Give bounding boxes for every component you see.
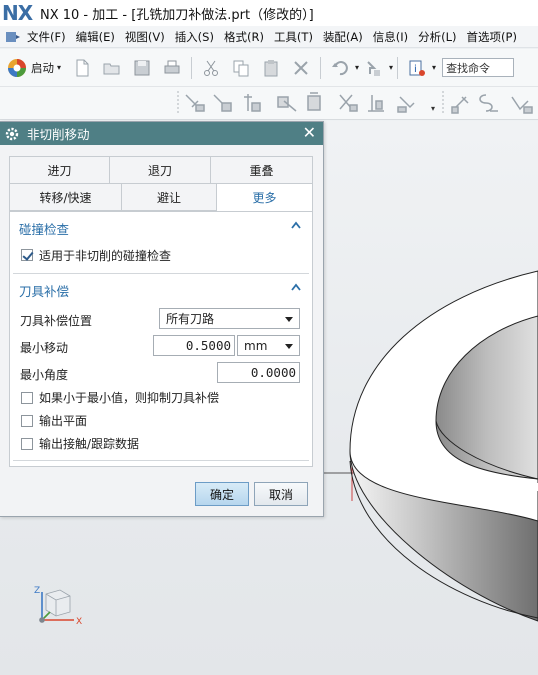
menu-tools[interactable]: 工具(T) [269,29,318,45]
menu-view[interactable]: 视图(V) [120,29,170,45]
manufacturing-toolbar: ▾ [0,87,538,120]
collision-check-header[interactable]: 碰撞检查 [10,217,312,239]
output-plane-label: 输出平面 [39,414,88,428]
new-file-icon[interactable] [69,55,95,81]
menu-analysis[interactable]: 分析(L) [413,29,461,45]
print-icon[interactable] [159,55,185,81]
save-icon[interactable] [129,55,155,81]
repeat-command-icon[interactable] [361,55,387,81]
section-divider [13,460,309,461]
output-contact-checkbox[interactable] [21,438,33,450]
tab-more[interactable]: 更多 [216,183,313,212]
dialog-header: 非切削移动 ✕ [0,122,323,145]
toolbar-separator [320,56,322,79]
dialog-tabs: 进刀 退刀 重叠 转移/快速 避让 更多 [9,156,313,212]
more-tab-panel: 碰撞检查 适用于非切削的碰撞检查 刀具补偿 刀具补偿位置 所有刀路 最小移动 0… [9,211,313,467]
create-method-icon [307,92,321,111]
collision-check-checkbox[interactable] [21,249,33,261]
menu-edit[interactable]: 编辑(E) [71,29,120,45]
x-axis-label: X [76,617,82,627]
repeat-dropdown-icon[interactable]: ▾ [389,63,393,72]
paste-icon[interactable] [258,55,284,81]
section-divider [13,273,309,274]
create-geometry-icon [277,96,297,112]
tab-retract[interactable]: 退刀 [109,156,211,184]
ok-button[interactable]: 确定 [195,482,249,506]
comp-position-value: 所有刀路 [166,312,215,326]
cut-icon[interactable] [198,55,224,81]
comp-position-select[interactable]: 所有刀路 [159,308,300,329]
command-finder-icon[interactable]: i [404,55,430,81]
start-label: 启动 [31,60,54,75]
postprocess-icon [368,95,384,112]
generate-icon [511,96,533,114]
min-move-label: 最小移动 [20,341,69,355]
chevron-down-icon [285,317,293,322]
menu-assembly[interactable]: 装配(A) [318,29,368,45]
start-icon [8,58,26,77]
z-axis-label: Z [34,586,40,596]
open-file-icon[interactable] [99,55,125,81]
tab-overlap[interactable]: 重叠 [210,156,313,184]
output-plane-checkbox[interactable] [21,415,33,427]
toolbar-separator [397,56,399,79]
min-move-unit-value: mm [244,338,268,353]
tool-path-icon [451,96,469,114]
view-triad: Z X [34,586,82,627]
non-cutting-moves-dialog: 非切削移动 ✕ 进刀 退刀 重叠 转移/快速 避让 更多 碰撞检查 适用于非切削… [0,121,324,517]
cutter-comp-header[interactable]: 刀具补偿 [10,279,312,301]
create-operation-icon [185,94,205,112]
min-angle-input[interactable]: 0.0000 [217,362,300,383]
gear-icon [5,127,19,140]
chevron-up-icon[interactable] [290,220,302,232]
shop-docs-icon [397,96,415,113]
tab-avoidance[interactable]: 避让 [121,183,217,211]
svg-text:▾: ▾ [431,104,435,113]
suppress-comp-label: 如果小于最小值，则抑制刀具补偿 [39,391,220,405]
find-command-input[interactable] [442,58,515,77]
collision-check-label: 适用于非切削的碰撞检查 [39,249,172,263]
delete-icon[interactable] [288,55,314,81]
output-contact-label: 输出接触/跟踪数据 [39,437,140,451]
chevron-up-icon[interactable] [290,282,302,294]
menu-toggle-icon[interactable] [4,29,22,45]
create-program-icon [213,94,232,112]
menu-info[interactable]: 信息(I) [368,29,413,45]
verify-icon [339,94,358,112]
undo-icon[interactable] [327,55,353,81]
finder-dropdown-icon[interactable]: ▾ [432,63,436,72]
menu-preferences[interactable]: 首选项(P) [462,29,522,45]
title-bar: NX NX 10 - 加工 - [孔铣加刀补做法.prt（修改的）] [0,0,538,26]
comp-position-label: 刀具补偿位置 [20,314,93,328]
create-tool-icon [244,94,261,112]
dialog-title: 非切削移动 [27,127,90,142]
start-button[interactable]: 启动 ▾ [6,57,61,79]
menu-file[interactable]: 文件(F) [22,29,71,45]
close-icon[interactable]: ✕ [303,125,316,141]
window-title: NX 10 - 加工 - [孔铣加刀补做法.prt（修改的）] [40,7,314,23]
undo-dropdown-icon[interactable]: ▾ [355,63,359,72]
cutter-comp-title: 刀具补偿 [19,283,70,299]
menu-insert[interactable]: 插入(S) [170,29,219,45]
tab-transfer-rapid[interactable]: 转移/快速 [9,183,122,211]
menu-format[interactable]: 格式(R) [219,29,269,45]
copy-icon[interactable] [228,55,254,81]
collision-check-title: 碰撞检查 [19,221,70,237]
origin-point [39,617,45,623]
cancel-button[interactable]: 取消 [254,482,308,506]
toolbar-separator [191,56,193,79]
min-move-input[interactable]: 0.5000 [153,335,235,356]
svg-text:i: i [414,64,417,75]
min-move-unit-select[interactable]: mm [237,335,300,356]
operation-toolbar-icons: ▾ [177,91,533,115]
tab-engage[interactable]: 进刀 [9,156,110,184]
suppress-comp-checkbox[interactable] [21,392,33,404]
replay-icon [479,94,498,112]
nx-logo: NX [2,1,33,25]
chevron-down-icon [285,344,293,349]
standard-toolbar: 启动 ▾ ▾ ▾ i ▾ [0,49,538,87]
min-angle-label: 最小角度 [20,368,69,382]
menu-bar: 文件(F) 编辑(E) 视图(V) 插入(S) 格式(R) 工具(T) 装配(A… [0,26,538,48]
